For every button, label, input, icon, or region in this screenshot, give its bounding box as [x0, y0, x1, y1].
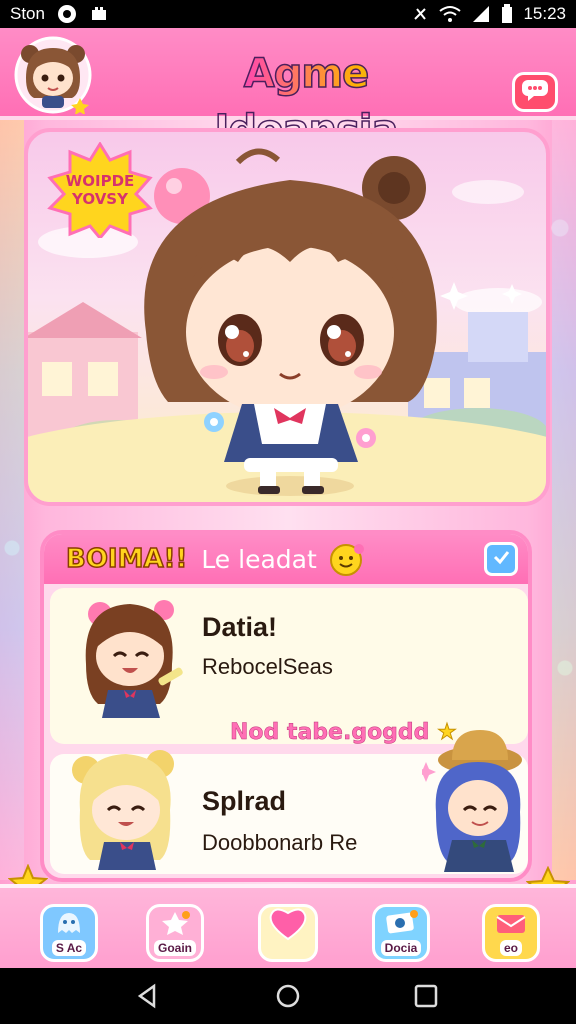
app-title: Agme Idoansia [146, 46, 466, 154]
chat-button[interactable] [512, 72, 558, 112]
badge-text: WOIPDE [66, 172, 135, 190]
recents-icon[interactable] [412, 982, 440, 1010]
panel-header: BOIMA!! Le leadat [44, 534, 528, 584]
select-checkbox[interactable] [484, 542, 518, 576]
mail-icon [495, 913, 527, 940]
clock: 15:23 [523, 4, 566, 23]
system-navigation-bar [0, 968, 576, 1024]
nav-home[interactable]: S Ac [40, 904, 98, 962]
ghost-icon [54, 911, 84, 940]
nav-label: Goain [153, 940, 196, 956]
nav-label: eo [499, 940, 522, 956]
notification-icon [57, 4, 77, 24]
star-icon [160, 911, 190, 940]
profile-avatar[interactable] [14, 36, 92, 115]
status-bar: Ston 15:23 [0, 0, 576, 28]
photo-icon [384, 909, 418, 940]
nav-label: S Ac [51, 940, 87, 956]
signal-icon [471, 5, 491, 23]
heart-icon [268, 905, 308, 946]
carrier-label: Ston [10, 4, 45, 23]
panel-tag: BOIMA!! [65, 543, 188, 575]
vibrate-icon [411, 5, 429, 23]
smiley-icon [329, 541, 365, 577]
nav-favorites[interactable] [258, 904, 318, 962]
item-subtitle: RebocelSeas [202, 654, 333, 679]
nav-label: Docia [380, 940, 422, 956]
character-avatar [68, 594, 188, 724]
item-name: Splrad [202, 786, 287, 816]
promo-banner-text: Nod tabe.gogdd [230, 720, 430, 746]
leaderboard-panel: BOIMA!! Le leadat Datia! RebocelSeas Nod… [40, 530, 532, 882]
battery-icon [501, 4, 513, 24]
check-icon [491, 547, 511, 572]
character-avatar [60, 730, 190, 870]
nav-photo[interactable]: Docia [372, 904, 430, 962]
new-badge: WOIPDE YOVSY [46, 142, 154, 238]
item-name: Datia! [202, 612, 278, 642]
chat-bubble-icon [520, 78, 550, 107]
panel-title: Le leadat [201, 544, 317, 574]
rainbow-stripe-left [0, 120, 24, 880]
bottom-navigation: S Ac Goain Docia eo [0, 884, 576, 968]
rainbow-stripe-right [552, 120, 576, 880]
wifi-icon [439, 5, 462, 23]
home-icon[interactable] [274, 982, 302, 1010]
app-header: Agme Idoansia [0, 28, 576, 154]
nav-mail[interactable]: eo [482, 904, 540, 962]
back-icon[interactable] [134, 982, 162, 1010]
item-subtitle: Doobbonarb Re [202, 830, 358, 855]
svg-text:YOVSY: YOVSY [71, 190, 129, 208]
list-item[interactable]: Splrad Doobbonarb Re [50, 730, 528, 874]
nav-gacha[interactable]: Goain [146, 904, 204, 962]
character-avatar-secondary [416, 722, 528, 872]
character-showcase-card[interactable]: WOIPDE YOVSY [24, 128, 550, 506]
app-notification-icon [89, 4, 109, 24]
